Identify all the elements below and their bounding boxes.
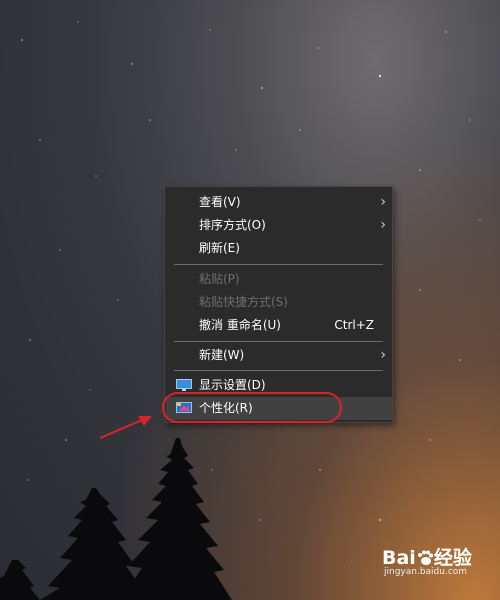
- menu-item-label: 粘贴快捷方式(S): [199, 295, 288, 309]
- chevron-right-icon: ›: [380, 347, 386, 363]
- menu-item-label: 排序方式(O): [199, 218, 266, 232]
- menu-item-refresh[interactable]: 刷新(E): [166, 237, 392, 260]
- menu-item-shortcut: Ctrl+Z: [334, 318, 374, 332]
- baidu-logo: Bai 经验: [382, 543, 472, 570]
- menu-item-label: 查看(V): [199, 195, 241, 209]
- watermark-logo-suffix: 经验: [433, 547, 472, 569]
- chevron-right-icon: ›: [380, 217, 386, 233]
- menu-item-label: 撤消 重命名(U): [199, 318, 281, 332]
- context-menu: 查看(V) › 排序方式(O) › 刷新(E) 粘贴(P) 粘贴快捷方式(S) …: [164, 186, 393, 423]
- baidu-watermark: Bai 经验 jingyan.baidu.com: [382, 543, 494, 583]
- chevron-right-icon: ›: [380, 194, 386, 210]
- menu-item-sort-by[interactable]: 排序方式(O) ›: [166, 214, 392, 237]
- display-icon: [176, 379, 192, 391]
- menu-item-label: 刷新(E): [199, 241, 240, 255]
- menu-separator: [174, 341, 383, 342]
- menu-item-undo-rename[interactable]: 撤消 重命名(U) Ctrl+Z: [166, 314, 392, 337]
- menu-item-new[interactable]: 新建(W) ›: [166, 344, 392, 367]
- watermark-url: jingyan.baidu.com: [384, 567, 468, 577]
- menu-item-label: 新建(W): [199, 348, 245, 362]
- menu-separator: [174, 370, 383, 371]
- menu-item-label: 粘贴(P): [199, 272, 240, 286]
- menu-separator: [174, 264, 383, 265]
- menu-item-paste-shortcut: 粘贴快捷方式(S): [166, 291, 392, 314]
- annotation-highlight-circle: [162, 392, 342, 423]
- menu-item-paste: 粘贴(P): [166, 268, 392, 291]
- paw-icon: [417, 550, 433, 565]
- watermark-logo-text: Bai: [382, 547, 416, 569]
- menu-item-view[interactable]: 查看(V) ›: [166, 191, 392, 214]
